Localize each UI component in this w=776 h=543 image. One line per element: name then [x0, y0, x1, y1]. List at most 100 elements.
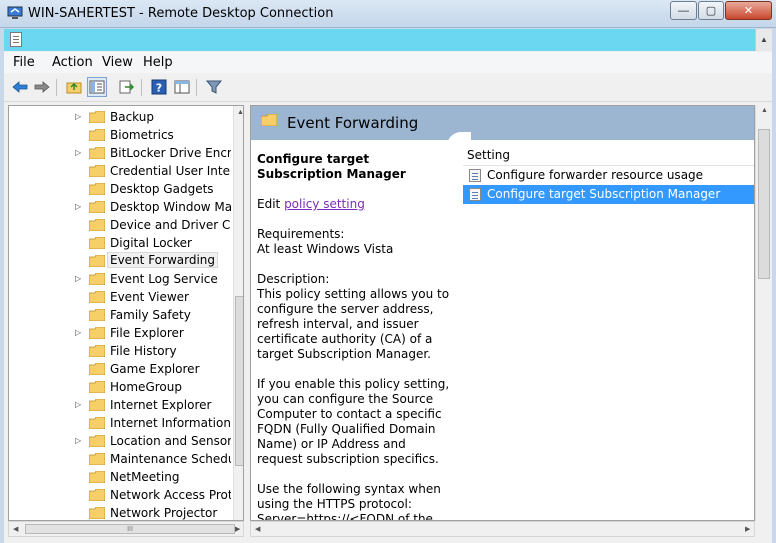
- tree-item-label: Game Explorer: [110, 362, 200, 376]
- scroll-right-icon[interactable]: ▶: [745, 525, 750, 533]
- toolbar-separator: [56, 79, 57, 96]
- help-icon[interactable]: ?: [149, 77, 169, 97]
- tree-item[interactable]: Desktop Gadgets: [9, 180, 231, 198]
- tree-item-label: Internet Information Services: [110, 416, 231, 430]
- requirements-value: At least Windows Vista: [257, 242, 394, 256]
- show-hide-tree-icon[interactable]: [87, 77, 107, 97]
- folder-icon: [89, 255, 105, 267]
- scroll-up-icon[interactable]: ▲: [755, 29, 772, 51]
- back-arrow-icon[interactable]: [10, 77, 30, 97]
- folder-icon: [89, 453, 105, 465]
- tree-item[interactable]: Network Access Protection: [9, 486, 231, 504]
- tree-item-label: File History: [110, 344, 177, 358]
- details-horizontal-scrollbar[interactable]: ◀ ▶: [250, 521, 755, 537]
- extended-view-icon[interactable]: [172, 77, 192, 97]
- menu-file[interactable]: File: [13, 55, 35, 70]
- description-para-3: Use the following syntax when using the …: [257, 482, 441, 511]
- expand-arrow-icon[interactable]: ▷: [75, 400, 83, 409]
- policy-tree[interactable]: Network Projector Network Access Protecti…: [8, 105, 244, 521]
- editor-titlebar[interactable]: ▲: [4, 29, 772, 51]
- tree-item[interactable]: ▷ Internet Explorer: [9, 396, 231, 414]
- tree-item-label: HomeGroup: [110, 380, 182, 394]
- tree-item[interactable]: ▷ Desktop Window Manager: [9, 198, 231, 216]
- filter-icon[interactable]: [204, 77, 224, 97]
- menu-help[interactable]: Help: [143, 55, 173, 70]
- description-para-4: Server=https://<FQDN of the: [257, 512, 433, 521]
- minimize-button[interactable]: —: [670, 1, 697, 20]
- edit-prefix: Edit: [257, 197, 285, 211]
- close-button[interactable]: ✕: [725, 1, 772, 20]
- folder-icon: [89, 363, 105, 375]
- policy-setting-icon: [469, 169, 481, 182]
- folder-icon: [89, 165, 105, 177]
- details-vertical-scrollbar[interactable]: ▲: [755, 105, 772, 521]
- tree-item[interactable]: ▷ File Explorer: [9, 324, 231, 342]
- requirements-label: Requirements:: [257, 227, 345, 241]
- details-scroll-thumb[interactable]: [758, 129, 770, 279]
- setting-row[interactable]: Configure forwarder resource usage: [463, 166, 754, 185]
- column-header-setting[interactable]: Setting: [463, 146, 754, 166]
- tree-hscroll-thumb[interactable]: III: [25, 524, 235, 534]
- tree-item-label: Desktop Gadgets: [110, 182, 214, 196]
- folder-icon: [89, 471, 105, 483]
- tree-item-label: Location and Sensors: [110, 434, 231, 448]
- expand-arrow-icon[interactable]: ▷: [75, 274, 83, 283]
- maximize-button[interactable]: ▢: [698, 1, 724, 20]
- folder-icon: [89, 507, 105, 519]
- tree-item[interactable]: Game Explorer: [9, 360, 231, 378]
- toolbar-separator: [196, 79, 197, 96]
- tree-item[interactable]: Network Projector: [9, 504, 231, 520]
- folder-icon: [89, 327, 105, 339]
- menu-view[interactable]: View: [102, 55, 133, 70]
- tree-item[interactable]: Event Viewer: [9, 288, 231, 306]
- expand-arrow-icon[interactable]: ▷: [75, 328, 83, 337]
- description-para-2: If you enable this policy setting, you c…: [257, 377, 450, 466]
- menu-action[interactable]: Action: [52, 55, 93, 70]
- export-list-icon[interactable]: [116, 77, 136, 97]
- up-folder-icon[interactable]: [64, 77, 84, 97]
- scroll-right-icon[interactable]: ▶: [235, 525, 240, 533]
- forward-arrow-icon[interactable]: [32, 77, 52, 97]
- scroll-left-icon[interactable]: ◀: [13, 525, 18, 533]
- toolbar: ?: [4, 74, 772, 102]
- folder-icon: [89, 237, 105, 249]
- tree-item-label: Network Projector: [110, 506, 218, 520]
- folder-icon: [89, 273, 105, 285]
- tree-item-label: File Explorer: [110, 326, 184, 340]
- folder-icon: [261, 114, 277, 126]
- tree-item[interactable]: ▷ Location and Sensors: [9, 432, 231, 450]
- setting-row[interactable]: Configure target Subscription Manager: [463, 185, 754, 204]
- tree-item[interactable]: NetMeeting: [9, 468, 231, 486]
- tree-item[interactable]: ▷ Event Log Service: [9, 270, 231, 288]
- expand-arrow-icon[interactable]: ▷: [75, 202, 83, 211]
- rdp-titlebar[interactable]: WIN-SAHERTEST - Remote Desktop Connectio…: [0, 0, 776, 28]
- remote-session: ▲ File Action View Help ? Network Projec…: [4, 29, 772, 543]
- tree-item[interactable]: Event Forwarding: [9, 252, 231, 270]
- folder-icon: [89, 309, 105, 321]
- folder-icon: [89, 435, 105, 447]
- expand-arrow-icon[interactable]: ▷: [75, 436, 83, 445]
- expand-arrow-icon[interactable]: ▷: [75, 112, 83, 121]
- document-icon: [10, 32, 22, 47]
- policy-setting-link[interactable]: policy setting: [284, 197, 365, 211]
- scroll-up-icon[interactable]: ▲: [237, 109, 243, 116]
- tree-item[interactable]: Device and Driver Compatibility: [9, 216, 231, 234]
- tree-vertical-scrollbar[interactable]: ▲: [233, 106, 243, 520]
- tree-item[interactable]: Internet Information Services: [9, 414, 231, 432]
- expand-arrow-icon[interactable]: ▷: [75, 148, 83, 157]
- tree-horizontal-scrollbar[interactable]: ◀ III ▶: [8, 521, 244, 537]
- tree-item[interactable]: Biometrics: [9, 126, 231, 144]
- tree-item-label: Event Viewer: [110, 290, 189, 304]
- tree-item[interactable]: Maintenance Scheduler: [9, 450, 231, 468]
- tree-item[interactable]: Family Safety: [9, 306, 231, 324]
- tree-item[interactable]: Digital Locker: [9, 234, 231, 252]
- tree-scroll-thumb[interactable]: [235, 296, 243, 466]
- tree-item[interactable]: ▷ BitLocker Drive Encryption: [9, 144, 231, 162]
- toolbar-separator: [141, 79, 142, 96]
- tree-item[interactable]: File History: [9, 342, 231, 360]
- scroll-up-icon[interactable]: ▲: [761, 107, 768, 114]
- scroll-left-icon[interactable]: ◀: [255, 525, 260, 533]
- tree-item[interactable]: ▷ Backup: [9, 108, 231, 126]
- tree-item[interactable]: Credential User Interface: [9, 162, 231, 180]
- tree-item[interactable]: HomeGroup: [9, 378, 231, 396]
